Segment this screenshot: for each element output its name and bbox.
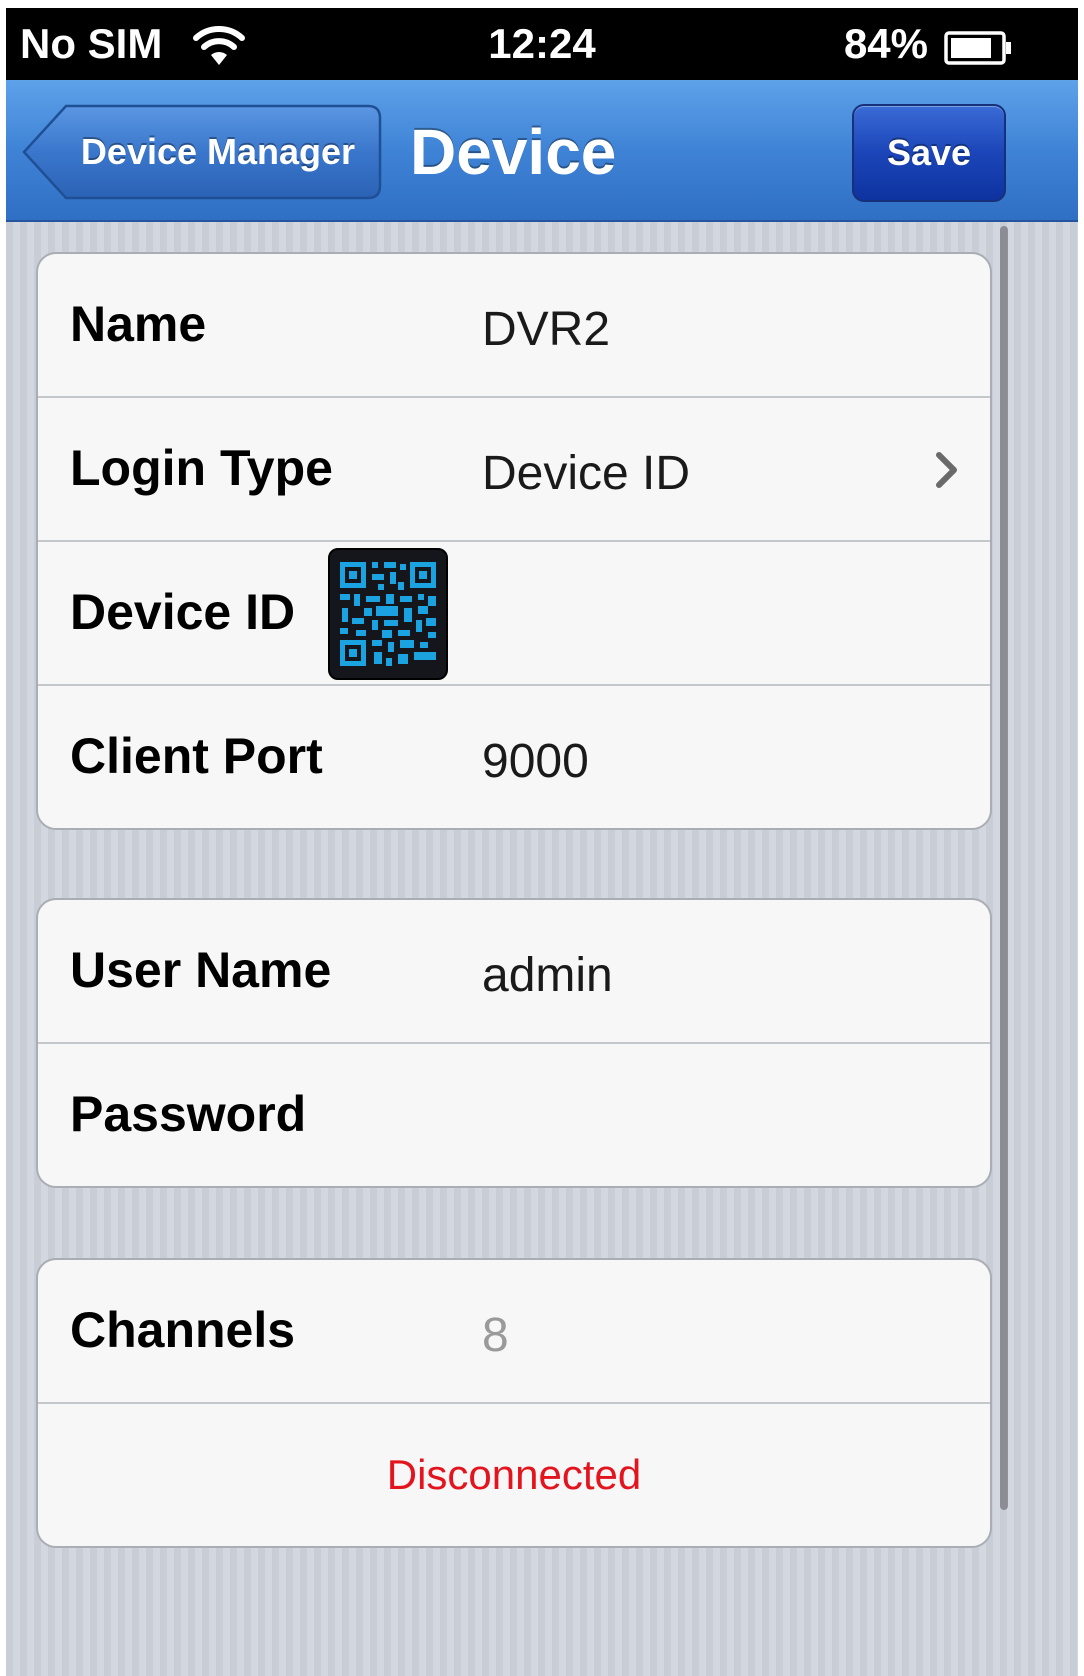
credentials-group: User Name admin Password: [36, 898, 992, 1188]
channels-label: Channels: [70, 1302, 296, 1358]
password-label: Password: [70, 1086, 307, 1142]
back-button[interactable]: Device Manager: [22, 104, 382, 200]
user-name-field[interactable]: admin: [482, 906, 613, 1046]
save-button[interactable]: Save: [852, 104, 1006, 202]
navigation-bar: Device Manager Device Save: [6, 80, 1078, 222]
channels-value: 8: [482, 1309, 509, 1362]
user-name-row[interactable]: User Name admin: [38, 900, 990, 1044]
connection-status-row[interactable]: Disconnected: [38, 1404, 990, 1546]
device-id-label: Device ID: [70, 584, 296, 640]
client-port-label: Client Port: [70, 728, 323, 784]
status-bar: No SIM 12:24 84%: [6, 8, 1078, 80]
qr-code-icon: [340, 562, 436, 666]
page-title: Device: [410, 116, 617, 188]
name-field[interactable]: DVR2: [482, 260, 610, 400]
chevron-right-icon: [934, 450, 960, 490]
login-type-value: Device ID: [482, 447, 691, 500]
battery-percent: 84%: [843, 20, 928, 67]
client-port-field[interactable]: 9000: [482, 692, 589, 828]
name-label: Name: [70, 296, 207, 352]
device-info-group: Name DVR2 Login Type Device ID Device ID: [36, 252, 992, 830]
channels-row: Channels 8: [38, 1260, 990, 1404]
scrollbar[interactable]: [1000, 226, 1008, 1510]
connection-group: Channels 8 Disconnected: [36, 1258, 992, 1548]
qr-scan-button[interactable]: [328, 548, 448, 680]
login-type-row[interactable]: Login Type Device ID: [38, 398, 990, 542]
password-row[interactable]: Password: [38, 1044, 990, 1186]
battery-icon: [944, 28, 1012, 65]
name-row[interactable]: Name DVR2: [38, 254, 990, 398]
login-type-label: Login Type: [70, 440, 333, 496]
connection-status: Disconnected: [386, 1451, 642, 1498]
device-id-row[interactable]: Device ID: [38, 542, 990, 686]
client-port-row[interactable]: Client Port 9000: [38, 686, 990, 828]
device-screen: No SIM 12:24 84% Device Manager Device S…: [6, 8, 1078, 1676]
back-button-label: Device Manager: [80, 131, 356, 172]
user-name-label: User Name: [70, 942, 332, 998]
